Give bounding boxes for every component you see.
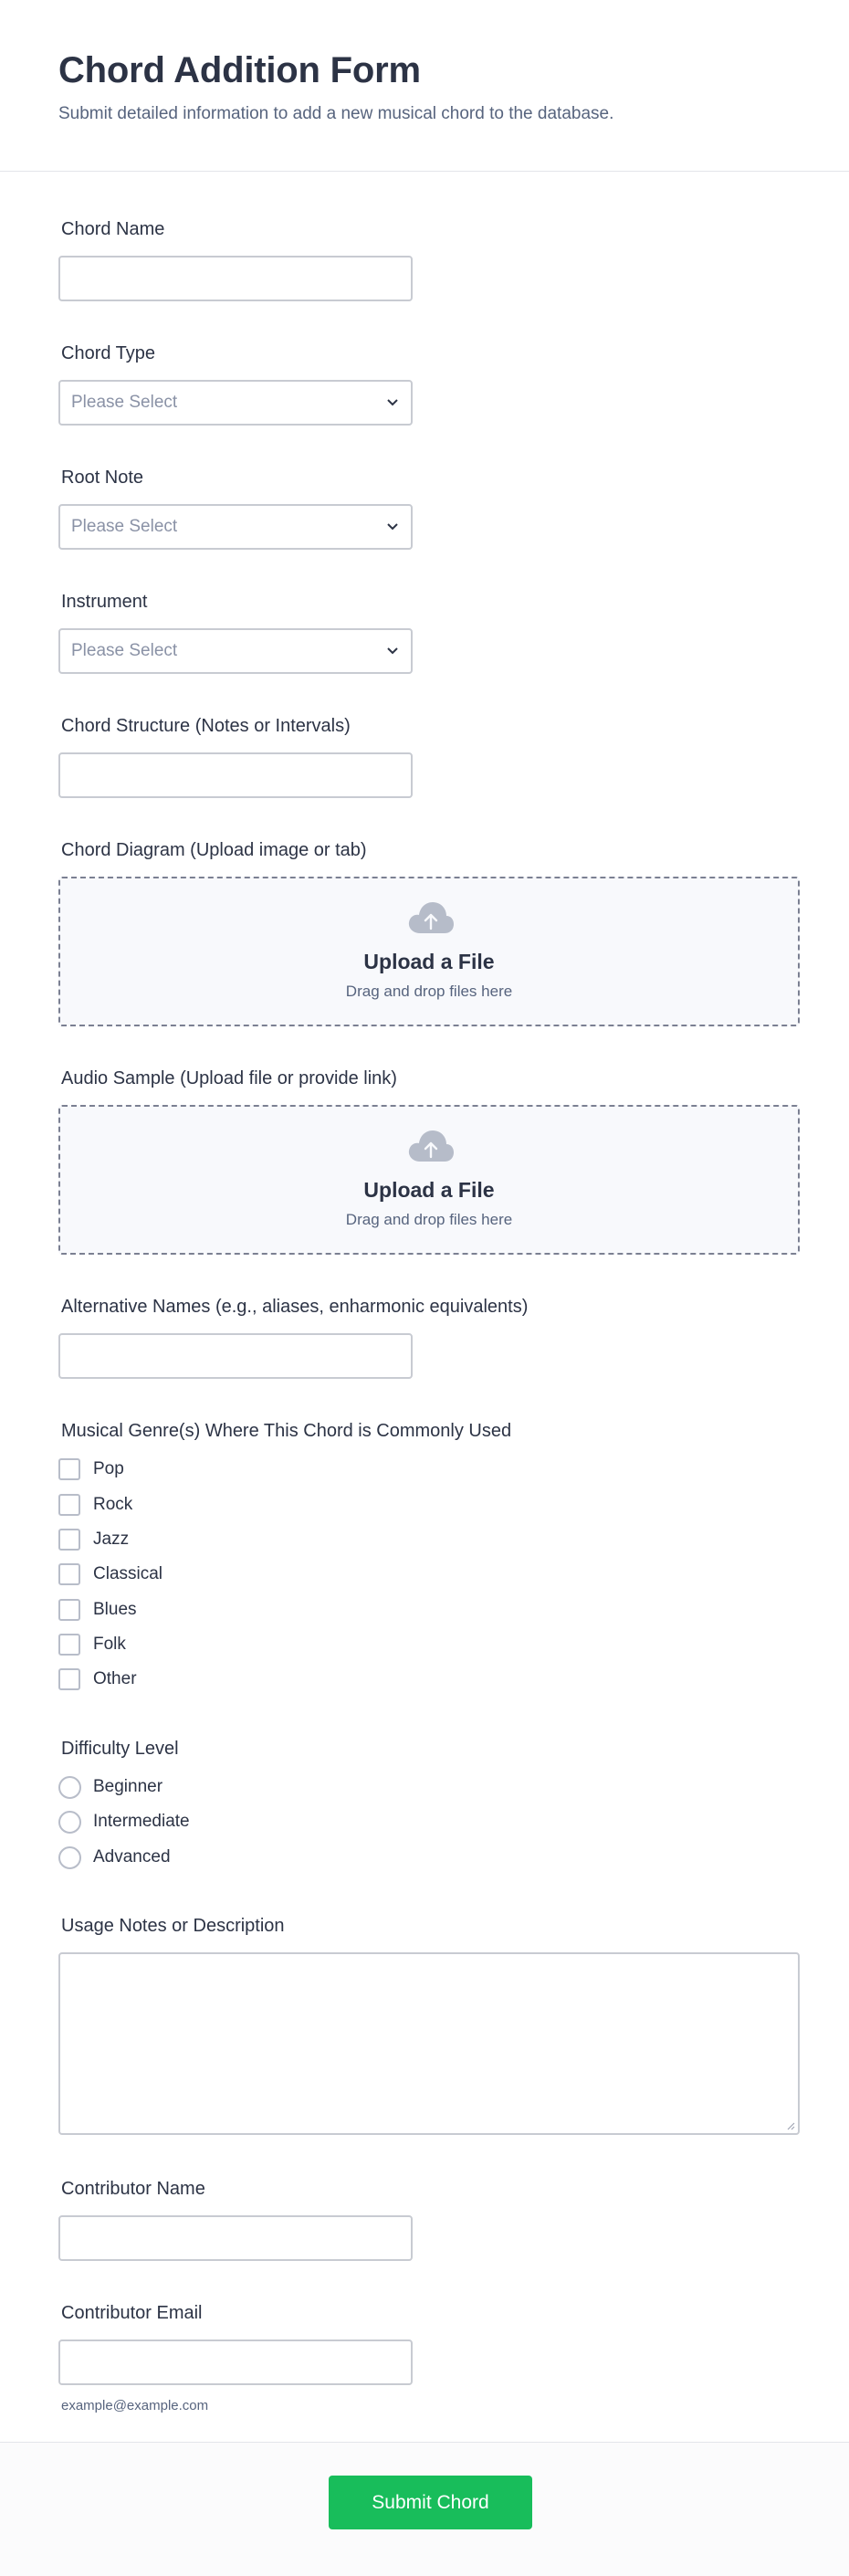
genre-option-label: Rock [93, 1495, 133, 1514]
checkbox[interactable] [58, 1599, 80, 1621]
genre-option-rock[interactable]: Rock [58, 1493, 132, 1517]
chord-structure-input[interactable] [58, 752, 413, 798]
checkbox[interactable] [58, 1634, 80, 1656]
genre-option-pop[interactable]: Pop [58, 1457, 124, 1481]
difficulty-option-intermediate[interactable]: Intermediate [58, 1810, 190, 1834]
form-header: Chord Addition Form Submit detailed info… [0, 0, 849, 172]
upload-subtitle: Drag and drop files here [345, 1211, 513, 1228]
genre-option-label: Folk [93, 1635, 126, 1654]
radio[interactable] [58, 1775, 81, 1799]
contributor-email-input[interactable] [58, 2339, 413, 2385]
instrument-select[interactable]: Please Select [58, 628, 413, 674]
chord-type-label: Chord Type [61, 343, 156, 363]
audio-sample-label: Audio Sample (Upload file or provide lin… [61, 1068, 397, 1088]
radio[interactable] [58, 1810, 81, 1834]
difficulty-option-label: Beginner [93, 1777, 163, 1796]
genre-option-label: Pop [93, 1459, 124, 1478]
upload-title: Upload a File [363, 950, 495, 973]
usage-notes-label: Usage Notes or Description [61, 1916, 285, 1936]
genre-option-other[interactable]: Other [58, 1667, 137, 1691]
contributor-email-label: Contributor Email [61, 2303, 203, 2323]
upload-subtitle: Drag and drop files here [345, 983, 513, 1000]
contributor-name-label: Contributor Name [61, 2179, 205, 2199]
genre-option-jazz[interactable]: Jazz [58, 1528, 129, 1551]
genre-option-label: Classical [93, 1564, 163, 1583]
form-footer: Submit Chord [0, 2442, 849, 2576]
genre-option-blues[interactable]: Blues [58, 1598, 137, 1622]
difficulty-option-advanced[interactable]: Advanced [58, 1845, 171, 1869]
difficulty-option-beginner[interactable]: Beginner [58, 1775, 162, 1799]
radio[interactable] [58, 1845, 81, 1869]
root-note-placeholder: Please Select [71, 517, 178, 536]
checkbox[interactable] [58, 1563, 80, 1585]
difficulty-label: Difficulty Level [61, 1739, 179, 1759]
upload-title: Upload a File [363, 1178, 495, 1202]
chevron-down-icon [387, 523, 398, 531]
instrument-label: Instrument [61, 592, 148, 612]
cloud-upload-icon [408, 902, 454, 933]
checkbox[interactable] [58, 1458, 80, 1480]
chord-name-label: Chord Name [61, 219, 165, 239]
submit-button[interactable]: Submit Chord [329, 2476, 532, 2529]
page-subtitle: Submit detailed information to add a new… [58, 104, 614, 123]
alternative-names-label: Alternative Names (e.g., aliases, enharm… [61, 1297, 529, 1317]
genre-option-classical[interactable]: Classical [58, 1562, 162, 1586]
genre-option-label: Other [93, 1669, 137, 1688]
usage-notes-textarea[interactable] [58, 1952, 800, 2135]
difficulty-option-label: Intermediate [93, 1812, 190, 1831]
resize-handle-icon[interactable] [786, 2121, 795, 2130]
alternative-names-input[interactable] [58, 1333, 413, 1379]
chevron-down-icon [387, 647, 398, 655]
contributor-email-hint: example@example.com [61, 2398, 209, 2413]
chord-name-input[interactable] [58, 256, 413, 301]
chord-diagram-dropzone[interactable]: Upload a File Drag and drop files here [58, 877, 800, 1026]
audio-sample-dropzone[interactable]: Upload a File Drag and drop files here [58, 1105, 800, 1255]
chord-type-placeholder: Please Select [71, 393, 178, 412]
difficulty-option-label: Advanced [93, 1847, 171, 1866]
contributor-name-input[interactable] [58, 2215, 413, 2261]
page-title: Chord Addition Form [58, 50, 421, 90]
genre-option-folk[interactable]: Folk [58, 1633, 126, 1656]
checkbox[interactable] [58, 1494, 80, 1516]
genres-label: Musical Genre(s) Where This Chord is Com… [61, 1421, 512, 1441]
genre-option-label: Blues [93, 1600, 137, 1619]
checkbox[interactable] [58, 1529, 80, 1551]
root-note-select[interactable]: Please Select [58, 504, 413, 550]
chord-type-select[interactable]: Please Select [58, 380, 413, 426]
chevron-down-icon [387, 399, 398, 406]
chord-diagram-label: Chord Diagram (Upload image or tab) [61, 840, 367, 860]
cloud-upload-icon [408, 1130, 454, 1162]
root-note-label: Root Note [61, 468, 144, 488]
checkbox[interactable] [58, 1668, 80, 1690]
chord-structure-label: Chord Structure (Notes or Intervals) [61, 716, 351, 736]
instrument-placeholder: Please Select [71, 641, 178, 660]
genre-option-label: Jazz [93, 1530, 130, 1549]
